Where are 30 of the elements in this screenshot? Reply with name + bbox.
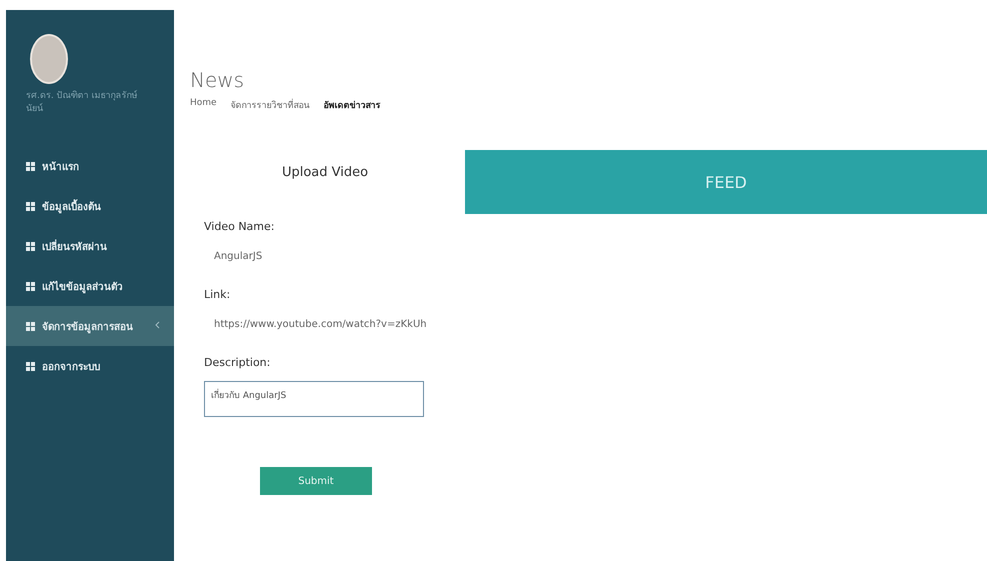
breadcrumb-item[interactable]: Home [190,98,217,112]
page-title: News [190,68,244,92]
grid-icon [26,362,35,370]
menu-label: แก้ไขข้อมูลส่วนตัว [42,280,123,294]
menu-label: ข้อมูลเบื้องต้น [42,198,101,214]
menu-item[interactable]: เปลี่ยนรหัสผ่าน [6,226,174,266]
input-field[interactable]: https://www.youtube.com/watch?v=zKkUh [204,301,987,330]
menu-label: ออกจากระบบ [42,360,100,374]
user-name: รศ.ดร. ปัณฑิตา เมธากุลรักษ์ นัยน์ [25,89,138,116]
field-label: Description: [204,356,272,369]
menu-label: หน้าแรก [42,160,79,174]
grid-icon [26,242,35,250]
grid-icon [26,162,35,170]
menu-item[interactable]: ข้อมูลเบื้องต้น [6,186,174,226]
description-field[interactable]: เกี่ยวกับ AngularJS [204,381,424,417]
field-label: Link: [204,288,232,301]
grid-icon [26,202,35,210]
menu-item[interactable]: จัดการข้อมูลการสอน [6,306,174,346]
menu-item[interactable]: หน้าแรก [6,146,174,186]
breadcrumb-item[interactable]: จัดการรายวิชาที่สอน [230,98,310,112]
menu-item[interactable]: แก้ไขข้อมูลส่วนตัว [6,266,174,306]
breadcrumb-item[interactable]: อัพเดตข่าวสาร [324,98,381,112]
avatar-placeholder [30,34,68,84]
menu-item[interactable]: ออกจากระบบ [6,346,174,386]
menu-label: จัดการข้อมูลการสอน [42,320,133,334]
field-label: Video Name: [204,220,276,233]
grid-icon [26,322,35,330]
grid-icon [26,282,35,290]
input-field[interactable]: AngularJS [204,233,987,262]
menu-label: เปลี่ยนรหัสผ่าน [42,238,107,254]
